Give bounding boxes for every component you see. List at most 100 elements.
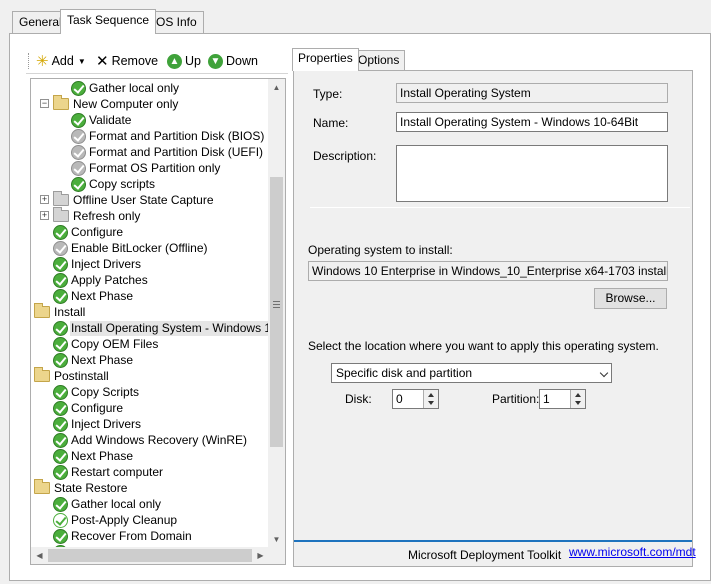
tree-item[interactable]: Copy OEM Files [53,336,159,352]
tree-item[interactable]: Configure [53,400,124,416]
check-icon [53,256,68,272]
up-button[interactable]: ▲ Up [167,51,201,71]
tree-item[interactable]: Recover From Domain [53,528,193,544]
scroll-up-icon[interactable]: ▲ [268,79,285,96]
scroll-down-icon[interactable]: ▼ [268,531,285,548]
tree-item[interactable]: Format and Partition Disk (UEFI) [71,144,264,160]
tree-item[interactable]: Post-Apply Cleanup [53,512,178,528]
tree-item[interactable]: Next Phase [53,288,134,304]
down-arrow-icon: ▼ [208,53,223,69]
folder-icon [34,303,50,318]
tree-item[interactable]: Refresh only [53,207,141,224]
disk-stepper[interactable]: 0 [392,389,439,409]
dropdown-arrow-icon: ▼ [77,56,86,66]
remove-label: Remove [111,54,159,68]
name-field[interactable]: Install Operating System - Windows 10-64… [396,112,668,132]
tree-item[interactable]: Offline User State Capture [53,191,215,208]
expand-icon[interactable]: + [40,211,49,220]
stepper-arrows-icon[interactable] [423,390,438,408]
tree-item-label: Gather local only [71,496,162,511]
tree-item-label: Format and Partition Disk (UEFI) [89,144,264,159]
check-icon [53,496,68,512]
remove-button[interactable]: ✕ Remove [96,51,158,71]
stepper-arrows-icon[interactable] [570,390,585,408]
tree-item[interactable]: New Computer only [53,95,179,112]
footer-accent-line [294,540,692,542]
tree-item-label: Gather local only [89,80,180,95]
tree-item[interactable]: Apply Patches [53,272,149,288]
check-icon [53,528,68,544]
tree-item[interactable]: Install [34,303,86,320]
scroll-right-icon[interactable]: ▶ [252,547,269,564]
location-dropdown[interactable]: Specific disk and partition [331,363,612,383]
tree-item-label: Inject Drivers [71,256,142,271]
type-label: Type: [313,87,343,101]
scroll-left-icon[interactable]: ◀ [31,547,48,564]
tree-item[interactable]: Format OS Partition only [71,160,221,176]
folder-icon [34,479,50,494]
tree-item[interactable]: Gather local only [53,496,162,512]
tree-item-label: Configure [71,224,124,239]
collapse-icon[interactable]: − [40,99,49,108]
check-icon [53,352,68,368]
add-button[interactable]: ✳ Add ▼ [36,51,86,71]
folder-icon [34,367,50,382]
check-icon [53,336,68,352]
tree-item[interactable]: Inject Drivers [53,256,142,272]
tree-item-label: Copy OEM Files [71,336,159,351]
tree-item-label: Restart computer [71,464,164,479]
tree-item[interactable]: Configure [53,224,124,240]
tab-label: Options [358,53,400,67]
grip-line-icon [273,307,280,308]
tree-item-label: Post-Apply Cleanup [71,512,178,527]
down-button[interactable]: ▼ Down [208,51,258,71]
tree-item[interactable]: Restart computer [53,464,164,480]
tree-item[interactable]: Next Phase [53,352,134,368]
tree-item-label: Next Phase [71,352,134,367]
tree-item[interactable]: Enable BitLocker (Offline) [53,240,209,256]
tree-item[interactable]: Next Phase [53,448,134,464]
tree-item-label: Add Windows Recovery (WinRE) [71,432,248,447]
tree-item-label: Apply Patches [71,272,148,287]
tree-item[interactable]: Inject Drivers [53,416,142,432]
tab-os-info[interactable]: OS Info [149,11,204,33]
tree-item-label: Format OS Partition only [89,160,221,175]
folder-icon [53,207,69,222]
browse-button[interactable]: Browse... [594,288,667,309]
scroll-thumb[interactable] [270,177,283,447]
hscroll-thumb[interactable] [48,549,252,562]
tree-item[interactable]: Postinstall [34,367,110,384]
tree-item-label: Recover From Domain [71,528,192,543]
tree-item-label: Next Phase [71,448,134,463]
expand-icon[interactable]: + [40,195,49,204]
type-field: Install Operating System [396,83,668,103]
tree-item[interactable]: Copy Scripts [53,384,140,400]
tree-item[interactable]: Install Operating System - Windows 10 [53,320,269,336]
disk-label: Disk: [345,392,372,406]
tree-item[interactable]: Copy scripts [71,176,156,192]
tree-item[interactable]: Format and Partition Disk (BIOS) [71,128,265,144]
description-field[interactable] [396,145,668,202]
tab-properties[interactable]: Properties [292,48,359,71]
tree-item[interactable]: Validate [71,112,132,128]
partition-value: 1 [543,392,550,406]
tree-item-label: Postinstall [54,368,109,383]
partition-stepper[interactable]: 1 [539,389,586,409]
mdt-link[interactable]: www.microsoft.com/mdt [569,545,696,559]
up-arrow-icon: ▲ [167,53,182,69]
tab-options[interactable]: Options [352,50,406,70]
tree-item-label: Refresh only [73,208,141,223]
tab-task-sequence[interactable]: Task Sequence [60,9,157,34]
tree-item-label: Enable BitLocker (Offline) [71,240,208,255]
horizontal-scrollbar[interactable]: ◀ ▶ [31,547,269,564]
tree-item[interactable]: Gather local only [71,80,180,96]
check-icon [71,176,86,192]
grip-line-icon [273,304,280,305]
task-sequence-tree: Gather local only − New Computer only Valid… [30,78,286,565]
disabled-check-icon [71,144,86,160]
check-icon [53,400,68,416]
tree-item[interactable]: Add Windows Recovery (WinRE) [53,432,248,448]
chevron-down-icon [599,368,609,378]
vertical-scrollbar[interactable]: ▲ ▼ [268,79,285,548]
tree-item[interactable]: State Restore [34,479,128,496]
